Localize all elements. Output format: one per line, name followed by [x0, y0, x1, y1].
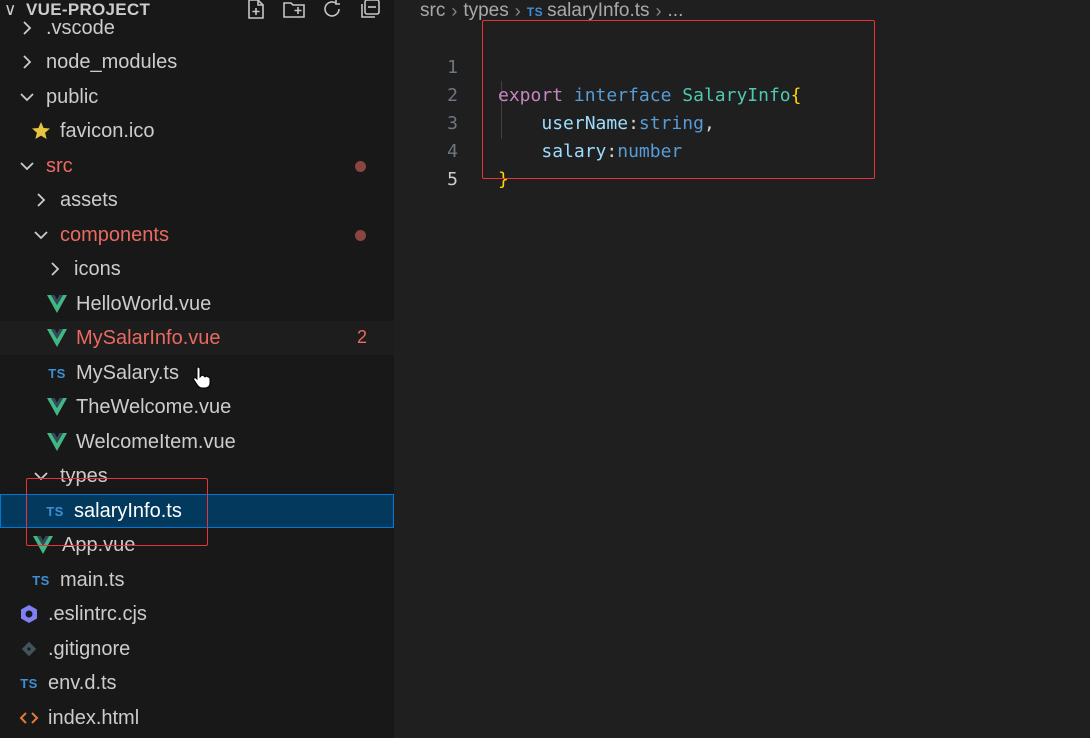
chevron-down-icon[interactable]: [32, 467, 50, 485]
chevron-right-icon[interactable]: [18, 53, 36, 71]
chevron-right-icon: ›: [655, 0, 662, 21]
vue-file-icon: [46, 431, 68, 453]
chevron-down-icon[interactable]: [18, 157, 36, 175]
chevron-down-icon[interactable]: [32, 226, 50, 244]
git-icon: [18, 638, 40, 660]
tree-item-label: env.d.ts: [48, 671, 117, 694]
tree-item-welcomeitem-vue[interactable]: WelcomeItem.vue: [0, 425, 394, 459]
editor-pane: src › types › TS salaryInfo.ts › ... 1 ex…: [394, 0, 1090, 738]
tree-item-src[interactable]: src: [0, 149, 394, 183]
tree-item-thewelcome-vue[interactable]: TheWelcome.vue: [0, 390, 394, 424]
code-token: }: [498, 169, 509, 190]
typescript-file-icon: TS: [526, 5, 544, 19]
tree-item-app-vue[interactable]: App.vue: [0, 528, 394, 562]
tree-item-label: assets: [60, 188, 118, 211]
tree-item-label: HelloWorld.vue: [76, 292, 212, 315]
tree-item-label: public: [46, 85, 99, 108]
breadcrumb-more[interactable]: ...: [668, 0, 684, 22]
html-icon: [18, 707, 40, 729]
eslint-icon: [18, 603, 40, 625]
breadcrumb: src › types › TS salaryInfo.ts › ...: [420, 0, 683, 22]
breadcrumb-file-label: salaryInfo.ts: [547, 0, 650, 21]
vue-file-icon: [46, 293, 68, 315]
tree-item-label: favicon.ico: [60, 119, 155, 142]
tree-item-mysalarinfo-vue[interactable]: MySalarInfo.vue: [0, 321, 394, 355]
code-line-1[interactable]: 1 export interface SalaryInfo{: [394, 26, 1084, 106]
problem-count-badge: 2: [357, 327, 368, 347]
typescript-file-icon: TS: [48, 365, 66, 381]
vue-file-icon: [46, 327, 68, 349]
typescript-file-icon: TS: [20, 675, 38, 691]
tree-item-label: main.ts: [60, 568, 125, 591]
tree-item-salaryinfo-ts[interactable]: TS salaryInfo.ts: [0, 494, 394, 528]
tree-item-label: salaryInfo.ts: [74, 499, 182, 522]
tree-item-main-ts[interactable]: TS main.ts: [0, 563, 394, 597]
tree-item-index-html[interactable]: index.html: [0, 701, 394, 735]
explorer-sidebar: ∨ VUE-PROJECT .vscode node_modules public f…: [0, 0, 394, 738]
tree-item-label: TheWelcome.vue: [76, 395, 232, 418]
chevron-right-icon: ›: [451, 0, 458, 21]
line-number: 5: [447, 169, 458, 190]
code-line-5[interactable]: 5: [394, 138, 1084, 190]
code-line-4[interactable]: 4 }: [394, 110, 1084, 190]
code-line-2[interactable]: 2 userName:string,: [394, 54, 1084, 134]
tree-item-types[interactable]: types: [0, 459, 394, 493]
chevron-right-icon[interactable]: [32, 191, 50, 209]
hand-pointer-icon: [193, 366, 211, 389]
tree-item-label: MySalarInfo.vue: [76, 326, 221, 349]
chevron-right-icon[interactable]: [18, 19, 36, 37]
vue-file-icon: [46, 396, 68, 418]
tree-item-label: .eslintrc.cjs: [48, 602, 147, 625]
tree-item-eslintrc-cjs[interactable]: .eslintrc.cjs: [0, 597, 394, 631]
breadcrumb-file[interactable]: TS salaryInfo.ts: [527, 0, 650, 22]
chevron-right-icon: ›: [514, 0, 521, 21]
tree-item-label: .gitignore: [48, 637, 131, 660]
typescript-file-icon: TS: [32, 572, 50, 588]
tree-item-label: .vscode: [46, 16, 115, 39]
breadcrumb-src[interactable]: src: [420, 0, 445, 22]
code-line-3[interactable]: 3 salary:number: [394, 82, 1084, 162]
breadcrumb-types[interactable]: types: [463, 0, 508, 22]
modified-dot-icon: [355, 161, 366, 172]
tree-item-label: src: [46, 154, 73, 177]
star-icon: [30, 120, 52, 142]
vue-file-icon: [32, 534, 54, 556]
tree-item-icons[interactable]: icons: [0, 252, 394, 286]
modified-dot-icon: [355, 230, 366, 241]
tree-item-label: icons: [74, 257, 121, 280]
typescript-file-icon: TS: [46, 503, 64, 519]
tree-item-label: types: [60, 464, 108, 487]
tree-item-favicon-ico[interactable]: favicon.ico: [0, 114, 394, 148]
tree-item-components[interactable]: components: [0, 218, 394, 252]
tree-item-assets[interactable]: assets: [0, 183, 394, 217]
tree-item-label: index.html: [48, 706, 140, 729]
tree-item-helloworld-vue[interactable]: HelloWorld.vue: [0, 287, 394, 321]
chevron-down-icon[interactable]: [18, 88, 36, 106]
tree-item-label: node_modules: [46, 50, 178, 73]
chevron-right-icon[interactable]: [46, 260, 64, 278]
tree-item-gitignore[interactable]: .gitignore: [0, 632, 394, 666]
tree-item-vscode[interactable]: .vscode: [0, 11, 394, 45]
tree-item-env-d-ts[interactable]: TS env.d.ts: [0, 666, 394, 700]
tree-item-public[interactable]: public: [0, 80, 394, 114]
tree-item-label: components: [60, 223, 169, 246]
tree-item-label: WelcomeItem.vue: [76, 430, 236, 453]
tree-item-node-modules[interactable]: node_modules: [0, 45, 394, 79]
tree-item-label: App.vue: [62, 533, 136, 556]
tree-item-label: MySalary.ts: [76, 361, 179, 384]
